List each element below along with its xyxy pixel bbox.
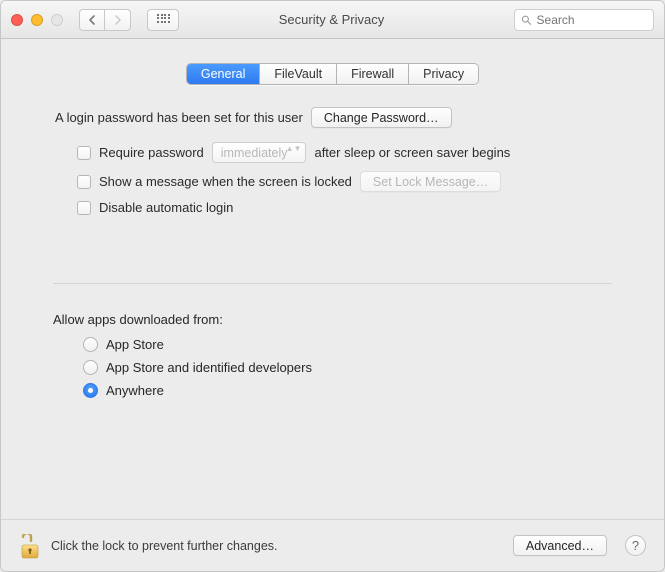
search-field[interactable] [514,9,654,31]
radio-label: App Store and identified developers [106,360,312,375]
radio-label: Anywhere [106,383,164,398]
help-icon: ? [632,538,639,553]
close-window-button[interactable] [11,14,23,26]
require-password-suffix: after sleep or screen saver begins [314,145,510,160]
tab-label: General [201,67,245,81]
tab-filevault[interactable]: FileVault [260,64,337,84]
disable-auto-login-label: Disable automatic login [99,200,233,215]
radio-button[interactable] [83,360,98,375]
set-lock-message-button: Set Lock Message… [360,171,501,192]
require-password-row: Require password immediately ▲▼ after sl… [77,142,612,163]
login-status-text: A login password has been set for this u… [55,110,303,125]
chevron-left-icon [88,15,96,25]
show-message-label: Show a message when the screen is locked [99,174,352,189]
titlebar: Security & Privacy [1,1,664,39]
require-password-checkbox[interactable] [77,146,91,160]
tab-privacy[interactable]: Privacy [409,64,478,84]
tab-bar: General FileVault Firewall Privacy [186,63,479,85]
footer: Click the lock to prevent further change… [1,519,664,571]
tab-label: Privacy [423,67,464,81]
general-panel: A login password has been set for this u… [17,101,648,398]
forward-button[interactable] [105,9,131,31]
help-button[interactable]: ? [625,535,646,556]
advanced-button[interactable]: Advanced… [513,535,607,556]
back-button[interactable] [79,9,105,31]
disable-auto-login-row: Disable automatic login [77,200,612,215]
tab-firewall[interactable]: Firewall [337,64,409,84]
nav-buttons [79,9,131,31]
show-message-row: Show a message when the screen is locked… [77,171,612,192]
change-password-button[interactable]: Change Password… [311,107,452,128]
lock-open-icon [19,534,41,560]
content-area: General FileVault Firewall Privacy A log… [1,39,664,519]
zoom-window-button [51,14,63,26]
require-password-label: Require password [99,145,204,160]
button-label: Set Lock Message… [373,175,488,189]
gatekeeper-options: App Store App Store and identified devel… [83,337,612,398]
tab-label: FileVault [274,67,322,81]
radio-label: App Store [106,337,164,352]
popup-value: immediately [221,146,288,160]
gatekeeper-section: Allow apps downloaded from: App Store Ap… [53,284,612,398]
disable-auto-login-checkbox[interactable] [77,201,91,215]
lock-button[interactable] [19,532,41,560]
window-title: Security & Privacy [159,12,504,27]
preferences-window: Security & Privacy General FileVault Fir… [0,0,665,572]
option-anywhere[interactable]: Anywhere [83,383,612,398]
gatekeeper-heading: Allow apps downloaded from: [53,312,612,327]
button-label: Change Password… [324,111,439,125]
minimize-window-button[interactable] [31,14,43,26]
lock-hint-text: Click the lock to prevent further change… [51,539,503,553]
require-password-delay-popup[interactable]: immediately ▲▼ [212,142,307,163]
option-identified-developers[interactable]: App Store and identified developers [83,360,612,375]
show-message-checkbox[interactable] [77,175,91,189]
login-section: A login password has been set for this u… [53,107,612,284]
button-label: Advanced… [526,539,594,553]
radio-button[interactable] [83,337,98,352]
search-input[interactable] [537,13,647,27]
chevron-right-icon [114,15,122,25]
option-app-store[interactable]: App Store [83,337,612,352]
tab-general[interactable]: General [187,64,260,84]
radio-button[interactable] [83,383,98,398]
updown-icon: ▲▼ [286,145,302,153]
tab-label: Firewall [351,67,394,81]
window-controls [11,14,63,26]
search-icon [521,14,532,26]
